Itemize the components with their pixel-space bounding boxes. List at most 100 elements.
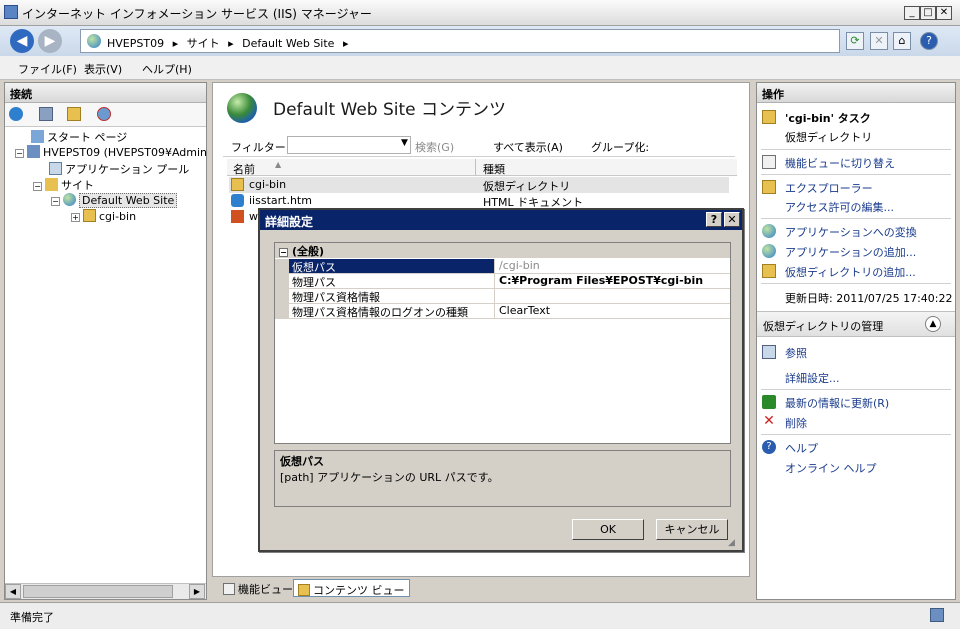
disconnect-icon[interactable] [97, 107, 111, 121]
filter-input[interactable] [287, 136, 411, 154]
folder-up-icon[interactable] [67, 107, 81, 121]
menu-help[interactable]: ヘルプ(H) [142, 61, 192, 77]
ok-button[interactable]: OK [572, 519, 644, 540]
property-key: 物理パス資格情報 [289, 289, 495, 304]
tree-item-default-web-site[interactable]: − Default Web Site [51, 193, 178, 208]
breadcrumb-sites[interactable]: サイト [187, 37, 220, 50]
action-refresh[interactable]: 最新の情報に更新(R) [757, 393, 955, 411]
list-row[interactable]: cgi-bin 仮想ディレクトリ [229, 177, 729, 193]
action-online-help[interactable]: オンライン ヘルプ [757, 458, 955, 476]
features-view-icon [762, 155, 776, 169]
action-advanced-settings[interactable]: 詳細設定... [757, 368, 955, 386]
action-edit-permissions[interactable]: アクセス許可の編集... [757, 197, 955, 215]
globe-icon [87, 34, 101, 48]
column-divider[interactable] [475, 159, 476, 175]
connections-pane: 接続 スタート ページ − HVEPST09 (HVEPST09¥Admin アプ… [4, 82, 207, 600]
show-all-button[interactable]: すべて表示(A) [493, 139, 563, 155]
divider [761, 434, 951, 435]
virtual-directory-icon [231, 178, 244, 191]
connect-icon[interactable] [9, 107, 23, 121]
tab-features-view[interactable]: 機能ビュー [219, 579, 297, 597]
save-icon[interactable] [39, 107, 53, 121]
virtual-directory-icon [762, 110, 776, 124]
network-status-icon [930, 608, 944, 622]
tree-item-server[interactable]: − HVEPST09 (HVEPST09¥Admin [15, 145, 207, 159]
scroll-right-icon[interactable]: ▶ [189, 584, 205, 599]
address-bar[interactable]: HVEPST09 ▸ サイト ▸ Default Web Site ▸ [80, 29, 840, 53]
title-bar: インターネット インフォメーション サービス (IIS) マネージャー _ □ … [0, 0, 960, 26]
maximize-button[interactable]: □ [920, 6, 936, 20]
tree-item-cgi-bin[interactable]: + cgi-bin [71, 209, 136, 223]
scroll-left-icon[interactable]: ◀ [5, 584, 21, 599]
breadcrumb-default-web-site[interactable]: Default Web Site [242, 37, 334, 50]
property-category[interactable]: − (全般) [275, 243, 730, 258]
manage-header-label: 仮想ディレクトリの管理 [763, 320, 884, 333]
manage-section-header[interactable]: 仮想ディレクトリの管理 ▲ [757, 311, 955, 337]
back-arrow-icon[interactable]: ◀ [10, 29, 34, 53]
scroll-thumb[interactable] [23, 585, 173, 598]
menu-file[interactable]: ファイル(F) [18, 61, 77, 77]
menu-bar: ファイル(F) 表示(V) ヘルプ(H) [0, 56, 960, 80]
horizontal-scrollbar[interactable]: ◀ ▶ [5, 583, 206, 599]
column-name[interactable]: 名前 [233, 161, 255, 177]
menu-view[interactable]: 表示(V) [84, 61, 122, 77]
property-grid: − (全般) 仮想パス /cgi-bin 物理パス C:¥Program File… [274, 242, 731, 444]
property-value[interactable]: C:¥Program Files¥EPOST¥cgi-bin [497, 274, 703, 287]
action-browse[interactable]: 参照 [757, 343, 955, 361]
breadcrumb-server[interactable]: HVEPST09 [107, 37, 164, 50]
property-row-virtual-path[interactable]: 仮想パス /cgi-bin [275, 259, 730, 274]
tab-content-view[interactable]: コンテンツ ビュー [293, 579, 410, 597]
row-margin [275, 289, 289, 303]
home-icon[interactable]: ⌂ [893, 32, 911, 50]
stop-icon[interactable]: ✕ [870, 32, 888, 50]
description-title: 仮想パス [280, 455, 324, 468]
status-text: 準備完了 [10, 611, 54, 624]
collapse-icon[interactable]: − [33, 182, 42, 191]
help-icon[interactable]: ? [920, 32, 938, 50]
page-title: Default Web Site コンテンツ [273, 100, 507, 120]
connections-toolbar [5, 103, 206, 127]
browse-icon [762, 345, 776, 359]
help-icon: ? [762, 440, 776, 454]
action-add-virtual-directory[interactable]: 仮想ディレクトリの追加... [757, 262, 955, 280]
action-switch-features-view[interactable]: 機能ビューに切り替え [757, 153, 955, 171]
property-row-logon-type[interactable]: 物理パス資格情報のログオンの種類 ClearText [275, 304, 730, 319]
dialog-close-button[interactable]: ✕ [724, 212, 740, 227]
action-help[interactable]: ? ヘルプ [757, 438, 955, 456]
collapse-icon[interactable]: − [15, 149, 24, 158]
close-button[interactable]: ✕ [936, 6, 952, 20]
tree-item-app-pools[interactable]: アプリケーション プール [49, 161, 189, 177]
collapse-section-icon[interactable]: ▲ [925, 316, 941, 332]
collapse-icon[interactable]: − [51, 197, 60, 206]
tree-item-start-page[interactable]: スタート ページ [31, 129, 127, 145]
resize-grip-icon[interactable]: ◢ [728, 538, 735, 548]
filter-dropdown-icon[interactable]: ▼ [401, 138, 408, 148]
forward-arrow-icon[interactable]: ▶ [38, 29, 62, 53]
add-application-icon [762, 244, 776, 258]
action-explore[interactable]: エクスプローラー [757, 178, 955, 196]
refresh-icon [762, 395, 776, 409]
search-button[interactable]: 検索(G) [415, 139, 454, 155]
expand-icon[interactable]: + [71, 213, 80, 222]
property-row-physical-path[interactable]: 物理パス C:¥Program Files¥EPOST¥cgi-bin [275, 274, 730, 289]
action-delete[interactable]: ✕ 削除 [757, 413, 955, 431]
action-add-application[interactable]: アプリケーションの追加... [757, 242, 955, 260]
group-by-label[interactable]: グループ化: [591, 139, 649, 155]
property-row-credentials[interactable]: 物理パス資格情報 [275, 289, 730, 304]
tree-item-sites[interactable]: − サイト [33, 177, 94, 193]
action-convert-to-application[interactable]: アプリケーションへの変換 [757, 222, 955, 240]
column-type[interactable]: 種類 [483, 161, 505, 177]
divider [761, 174, 951, 175]
collapse-icon[interactable]: − [279, 248, 288, 257]
refresh-icon[interactable]: ⟳ [846, 32, 864, 50]
property-value[interactable]: ClearText [497, 304, 550, 317]
cancel-button[interactable]: キャンセル [656, 519, 728, 540]
content-view-icon [298, 584, 310, 596]
explorer-icon [762, 180, 776, 194]
list-row[interactable]: iisstart.htm HTML ドキュメント [229, 193, 729, 209]
row-margin [275, 304, 289, 318]
divider [761, 149, 951, 150]
dialog-help-button[interactable]: ? [706, 212, 722, 227]
actions-header: 操作 [757, 83, 955, 103]
minimize-button[interactable]: _ [904, 6, 920, 20]
